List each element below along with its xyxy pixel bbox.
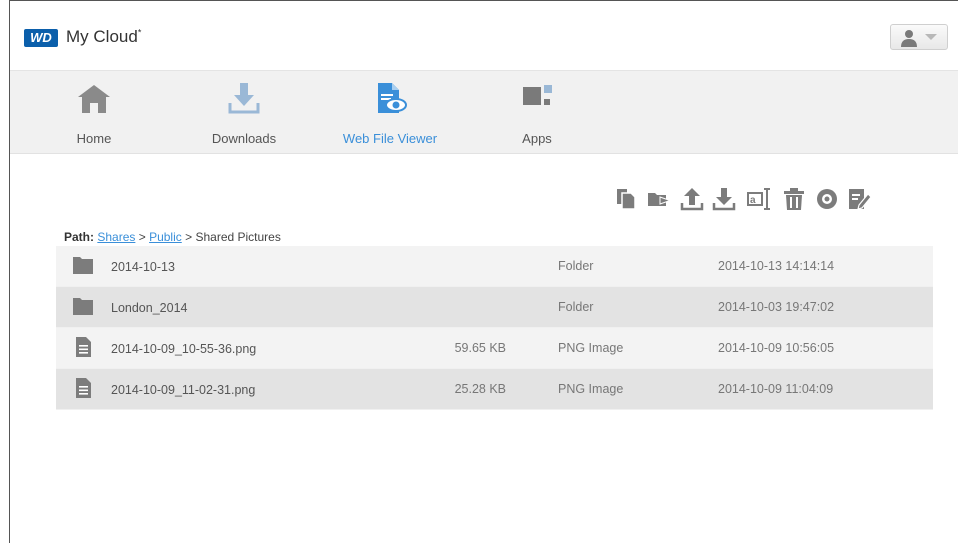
delete-button[interactable] <box>781 186 807 214</box>
download-file-icon <box>712 188 736 211</box>
wd-logo: WD <box>24 29 58 47</box>
breadcrumb-shares[interactable]: Shares <box>97 230 135 244</box>
user-menu-button[interactable] <box>890 24 948 50</box>
nav-downloads-label: Downloads <box>211 131 277 146</box>
path-label: Path: <box>64 230 94 244</box>
table-row[interactable]: 2014-10-13 Folder 2014-10-13 14:14:14 <box>56 246 933 287</box>
upload-button[interactable] <box>679 186 705 214</box>
app-title-text: My Cloud <box>66 27 138 46</box>
move-button[interactable] <box>646 186 672 214</box>
breadcrumb: Path: Shares > Public > Shared Pictures <box>64 230 281 244</box>
svg-text:a: a <box>750 195 756 206</box>
nav-web-file-viewer-label: Web File Viewer <box>342 131 438 146</box>
download-button[interactable] <box>711 186 737 214</box>
file-date: 2014-10-13 14:14:14 <box>718 259 835 273</box>
app-title: My Cloud* <box>66 27 141 47</box>
breadcrumb-separator: > <box>138 230 146 244</box>
chevron-down-icon <box>925 34 937 40</box>
home-icon <box>78 85 110 113</box>
copy-icon <box>617 189 636 210</box>
user-icon <box>901 30 917 47</box>
breadcrumb-current: Shared Pictures <box>195 230 281 244</box>
file-type: PNG Image <box>558 382 624 396</box>
download-icon <box>228 83 260 114</box>
header: WD My Cloud* <box>10 1 958 71</box>
file-size: 25.28 KB <box>454 382 506 396</box>
move-icon <box>648 193 672 206</box>
file-name: 2014-10-09_10-55-36.png <box>111 342 257 356</box>
file-viewer-icon <box>378 83 407 113</box>
file-type: PNG Image <box>558 341 624 355</box>
apps-icon <box>523 85 552 105</box>
nav-downloads[interactable]: Downloads <box>189 71 299 154</box>
edit-button[interactable] <box>846 186 872 214</box>
view-button[interactable] <box>814 186 840 214</box>
file-name: 2014-10-09_11-02-31.png <box>111 383 256 397</box>
document-icon <box>76 337 91 357</box>
trash-icon <box>784 188 804 210</box>
file-type: Folder <box>558 300 594 314</box>
file-date: 2014-10-09 11:04:09 <box>718 382 834 396</box>
document-icon <box>76 378 91 398</box>
rename-button[interactable]: a <box>746 186 772 214</box>
file-date: 2014-10-09 10:56:05 <box>718 341 835 355</box>
table-row[interactable]: London_2014 Folder 2014-10-03 19:47:02 <box>56 287 933 328</box>
file-name: London_2014 <box>111 301 188 315</box>
edit-icon <box>849 189 872 210</box>
app-title-mark: * <box>137 27 142 38</box>
upload-icon <box>680 188 704 211</box>
table-row[interactable]: 2014-10-09_10-55-36.png 59.65 KB PNG Ima… <box>56 328 933 369</box>
nav-web-file-viewer[interactable]: Web File Viewer <box>335 71 445 154</box>
copy-button[interactable] <box>613 186 639 214</box>
file-date: 2014-10-03 19:47:02 <box>718 300 835 314</box>
view-icon <box>817 189 837 209</box>
nav-home-label: Home <box>76 131 112 146</box>
file-list: 2014-10-13 Folder 2014-10-13 14:14:14 Lo… <box>56 246 933 410</box>
folder-icon <box>73 298 93 315</box>
file-name: 2014-10-13 <box>111 260 175 274</box>
nav-apps-label: Apps <box>522 131 552 146</box>
table-row[interactable]: 2014-10-09_11-02-31.png 25.28 KB PNG Ima… <box>56 369 933 410</box>
app-window: WD My Cloud* Home Downloads Web File Vie… <box>9 0 958 543</box>
folder-icon <box>73 257 93 274</box>
breadcrumb-public[interactable]: Public <box>149 230 182 244</box>
file-size: 59.65 KB <box>454 341 506 355</box>
breadcrumb-separator: > <box>185 230 193 244</box>
rename-icon: a <box>747 188 770 210</box>
nav-apps[interactable]: Apps <box>482 71 592 154</box>
file-type: Folder <box>558 259 594 273</box>
nav-home[interactable]: Home <box>39 71 149 154</box>
main-nav: Home Downloads Web File Viewer Apps <box>10 71 958 154</box>
